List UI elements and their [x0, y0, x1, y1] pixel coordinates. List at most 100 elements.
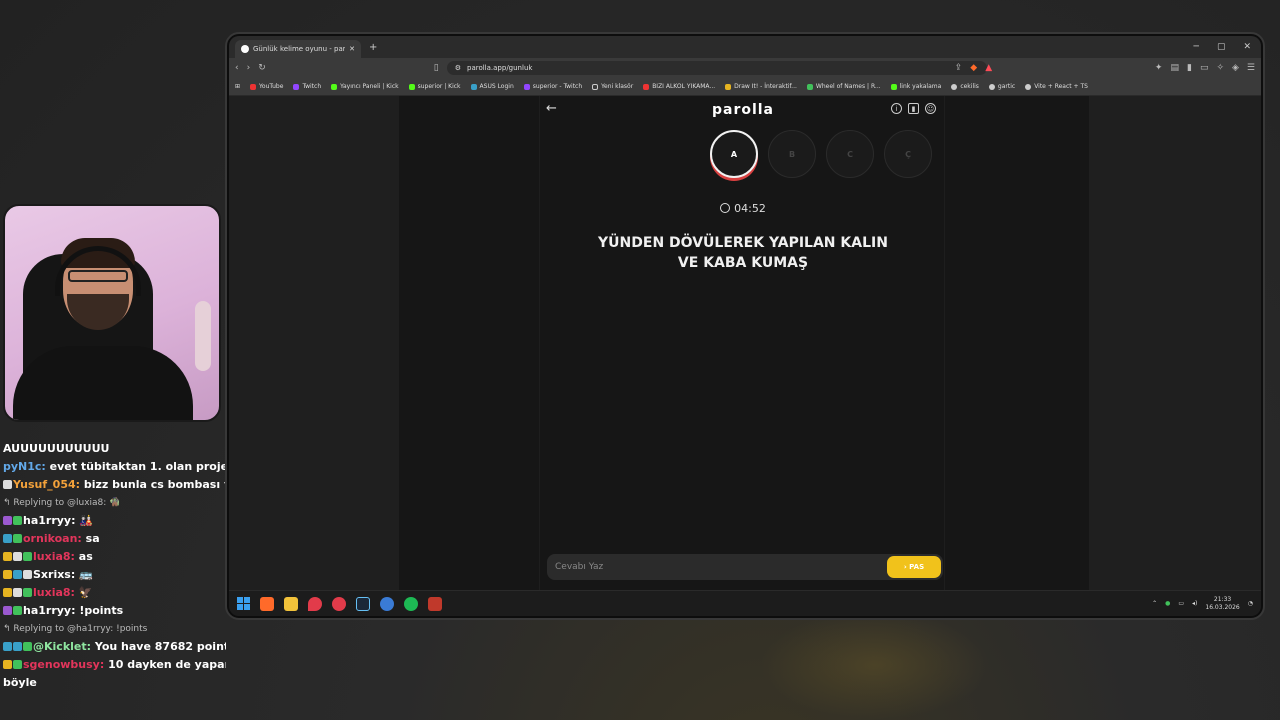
badge-icon — [13, 660, 22, 669]
tab-parolla[interactable]: Günlük kelime oyunu - parolla ✕ — [235, 40, 361, 58]
badge-icon — [3, 516, 12, 525]
site-info-icon[interactable]: ⚙ — [455, 64, 461, 72]
close-window-icon[interactable]: ✕ — [1243, 42, 1251, 52]
letter-circle: C — [826, 130, 874, 178]
chat-reply: ↰ Replying to @ha1rryy: !points — [3, 624, 148, 634]
tray-chevron-icon[interactable]: ⌃ — [1152, 600, 1157, 607]
spotify-icon[interactable] — [404, 596, 418, 611]
apps-grid-icon[interactable]: ⊞ — [235, 83, 240, 90]
badge-icon — [3, 570, 12, 579]
bookmark-item[interactable]: ASUS Login — [470, 83, 514, 90]
question-text: YÜNDEN DÖVÜLEREK YAPILAN KALIN VE KABA K… — [598, 235, 888, 271]
reload-icon[interactable]: ↻ — [258, 63, 266, 73]
menu-icon[interactable]: ☰ — [1247, 63, 1255, 73]
brave-browser-icon[interactable] — [260, 596, 274, 611]
kick-icon — [331, 83, 338, 90]
share-icon[interactable]: ⇪ — [955, 63, 963, 73]
bookmark-favicon-icon — [806, 83, 813, 90]
bookmark-item[interactable]: BIZI ALKOL YIKAMA... — [643, 83, 715, 90]
bookmark-item[interactable]: Twitch — [293, 83, 321, 90]
steam-icon[interactable] — [356, 596, 370, 611]
chat-line: sgenowbusy: 10 dayken de yapardık — [0, 656, 226, 674]
tools-icon[interactable]: ✧ — [1216, 63, 1224, 73]
badge-icon — [3, 660, 12, 669]
app-blue-icon[interactable] — [380, 596, 394, 611]
letter-circle: B — [768, 130, 816, 178]
answer-input[interactable] — [547, 554, 887, 580]
brave-rewards-icon[interactable]: ▲ — [985, 63, 992, 73]
app-header: ← parolla i ▮ ☺ — [540, 100, 946, 120]
browser-window: Günlük kelime oyunu - parolla ✕ + ─ ▢ ✕ … — [229, 36, 1261, 616]
bookmark-item[interactable]: Draw It! - İnteraktif... — [725, 83, 797, 90]
file-explorer-icon[interactable] — [284, 596, 298, 611]
page-content: ← parolla i ▮ ☺ A B C Ç 04:52 YÜNDEN DÖV… — [229, 96, 1261, 594]
tab-bar: Günlük kelime oyunu - parolla ✕ + ─ ▢ ✕ — [229, 36, 1261, 58]
bookmark-item[interactable]: Wheel of Names | R... — [806, 83, 881, 90]
bookmark-item[interactable]: Vite + React + TS — [1025, 83, 1088, 90]
badge-icon — [13, 606, 22, 615]
badge-icon — [13, 642, 22, 651]
back-nav-icon[interactable]: ‹ — [235, 63, 239, 73]
notification-icon[interactable]: ◔ — [1248, 600, 1253, 607]
chat-line: böyle — [3, 676, 37, 689]
twitch-icon — [523, 83, 530, 90]
badge-icon — [23, 570, 32, 579]
bookmark-item[interactable]: superior | Kick — [408, 83, 461, 90]
back-arrow-icon[interactable]: ← — [546, 101, 557, 116]
system-clock[interactable]: 21:33 16.03.2026 — [1205, 596, 1239, 612]
forward-nav-icon[interactable]: › — [247, 63, 251, 73]
game-panel: ← parolla i ▮ ☺ A B C Ç 04:52 YÜNDEN DÖV… — [539, 96, 945, 594]
url-field[interactable]: ⚙ parolla.app/gunluk — [446, 61, 987, 75]
brave-shield-icon[interactable]: ◆ — [970, 63, 977, 73]
app-red-icon[interactable] — [332, 596, 346, 611]
letter-circle-active: A — [710, 130, 758, 178]
pass-button[interactable]: › PAS — [887, 556, 941, 578]
sidebar-icon[interactable]: ▮ — [1187, 63, 1192, 73]
chat-line: Yusuf_054: bizz bunla cs bombası yapmı — [0, 476, 226, 494]
reader-icon[interactable]: ▤ — [1170, 63, 1179, 73]
badge-icon — [3, 606, 12, 615]
stats-icon[interactable]: ▮ — [908, 103, 919, 114]
bookmark-page-icon[interactable]: ▯ — [434, 63, 439, 73]
badge-icon — [13, 588, 22, 597]
map-pin-icon[interactable] — [308, 596, 322, 611]
bookmark-favicon-icon — [890, 83, 897, 90]
volume-icon[interactable]: ◂) — [1192, 600, 1197, 607]
minimize-icon[interactable]: ─ — [1194, 42, 1199, 52]
mic-icon[interactable]: ● — [1165, 600, 1170, 607]
bookmark-item[interactable]: superior - Twitch — [523, 83, 582, 90]
maximize-icon[interactable]: ▢ — [1217, 42, 1226, 52]
parolla-app: ← parolla i ▮ ☺ A B C Ç 04:52 YÜNDEN DÖV… — [399, 96, 1089, 594]
bookmark-item[interactable]: cekilis — [951, 83, 979, 90]
letter-circle: Ç — [884, 130, 932, 178]
window-controls: ─ ▢ ✕ — [1194, 42, 1261, 52]
badge-icon — [13, 552, 22, 561]
bookmark-item[interactable]: YouTube — [250, 83, 283, 90]
new-tab-button[interactable]: + — [369, 42, 377, 53]
parolla-logo: parolla — [711, 102, 775, 118]
bookmark-item[interactable]: Yeni klasör — [592, 83, 633, 90]
chat-line: AUUUUUUUUUUU — [3, 442, 110, 455]
bookmark-item[interactable]: Yayıncı Paneli | Kick — [331, 83, 399, 90]
chat-line: @Kicklet: You have 87682 points! — [0, 638, 226, 656]
info-icon[interactable]: i — [891, 103, 902, 114]
badge-icon — [13, 534, 22, 543]
profile-icon[interactable]: ☺ — [925, 103, 936, 114]
vpn-icon[interactable]: ◈ — [1232, 63, 1239, 73]
extensions-icon[interactable]: ✦ — [1155, 63, 1163, 73]
bookmark-item[interactable]: link yakalama — [890, 83, 941, 90]
close-tab-icon[interactable]: ✕ — [349, 45, 355, 53]
chat-line: ha1rryy: !points — [0, 602, 226, 620]
chat-line: ha1rryy: 🎎 — [0, 512, 226, 530]
obs-icon[interactable] — [428, 596, 442, 611]
chat-line: luxia8: as — [0, 548, 226, 566]
badge-icon — [3, 534, 12, 543]
toolbar-icons: ✦ ▤ ▮ ▭ ✧ ◈ ☰ — [1155, 63, 1255, 73]
chat-line: Sxrixs: 🚌 — [0, 566, 226, 584]
globe-icon — [1025, 83, 1032, 90]
bookmark-item[interactable]: gartic — [988, 83, 1015, 90]
windows-start-icon[interactable] — [237, 597, 250, 610]
screenshot-icon[interactable]: ▭ — [1200, 63, 1209, 73]
network-icon[interactable]: ▭ — [1178, 600, 1184, 607]
badge-icon — [3, 642, 12, 651]
